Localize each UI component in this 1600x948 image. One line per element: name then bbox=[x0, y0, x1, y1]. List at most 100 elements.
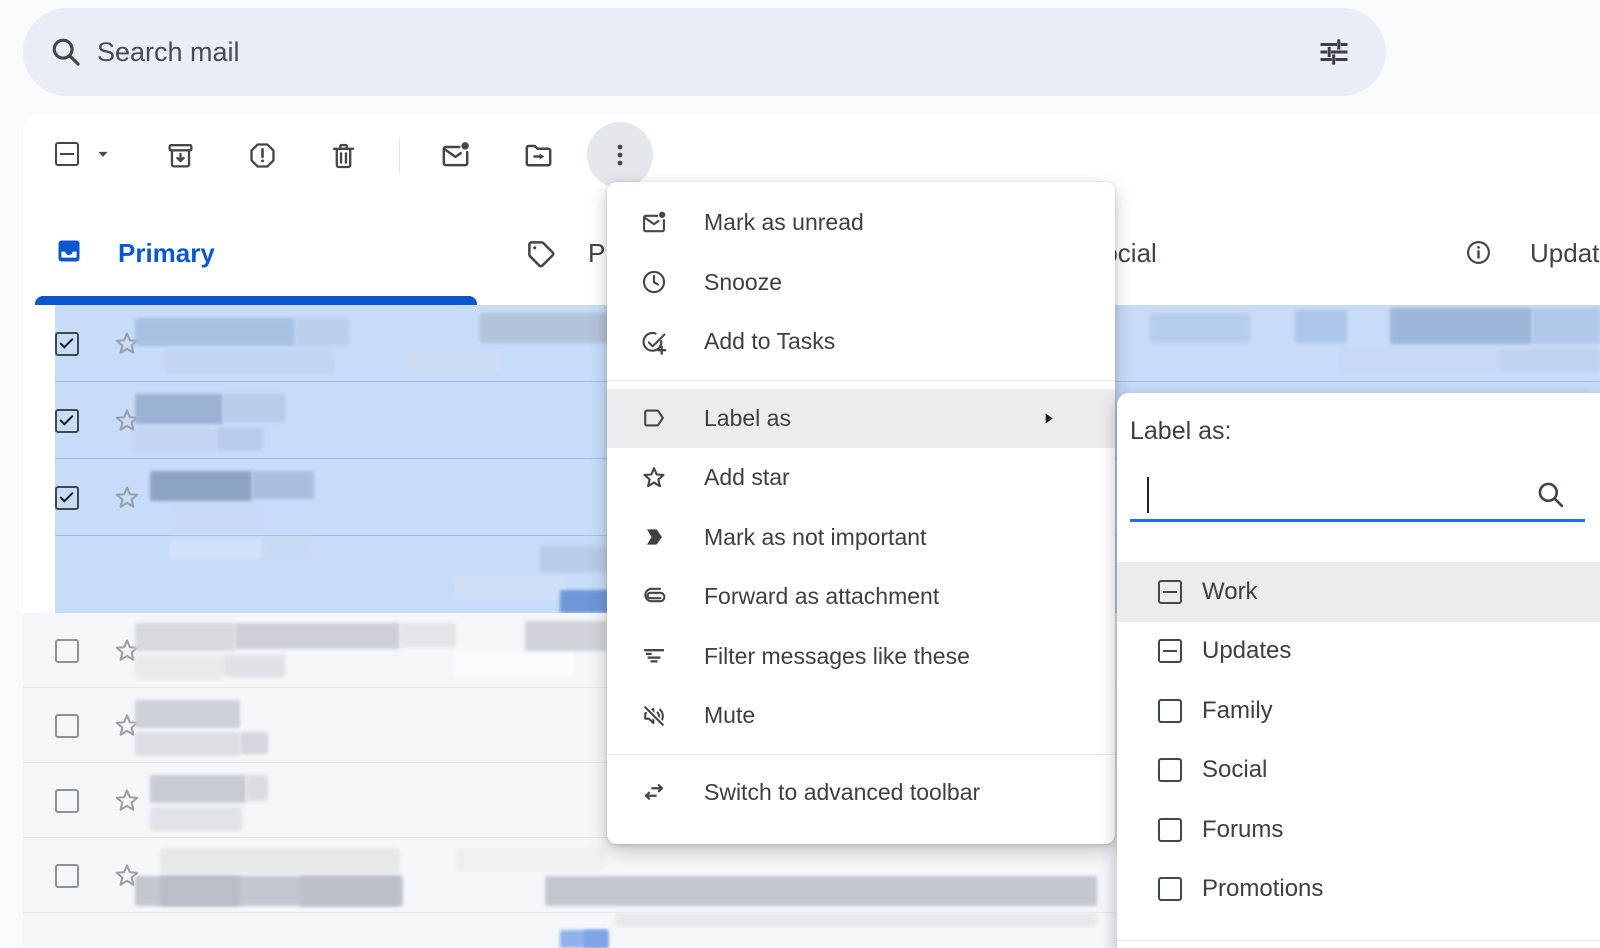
row-checkbox[interactable] bbox=[55, 864, 79, 888]
search-bar bbox=[23, 8, 1386, 96]
label-checkbox[interactable] bbox=[1158, 818, 1182, 842]
redacted-text bbox=[455, 576, 565, 600]
submenu-divider bbox=[1117, 940, 1600, 941]
row-checkbox[interactable] bbox=[55, 714, 79, 738]
select-all-button[interactable] bbox=[55, 142, 113, 166]
delete-button[interactable] bbox=[319, 131, 367, 179]
search-icon bbox=[1535, 479, 1567, 511]
filter-icon bbox=[640, 642, 668, 670]
redacted-text bbox=[150, 471, 252, 501]
archive-button[interactable] bbox=[156, 131, 204, 179]
star-icon bbox=[640, 464, 668, 492]
row-checkbox[interactable] bbox=[55, 789, 79, 813]
tune-icon[interactable] bbox=[1316, 34, 1352, 70]
redacted-text bbox=[160, 848, 400, 874]
menu-item-forward-as-attachment[interactable]: Forward as attachment bbox=[607, 567, 1115, 627]
label-option-updates[interactable]: Updates bbox=[1117, 622, 1600, 682]
info-icon[interactable] bbox=[1464, 238, 1493, 267]
redacted-text bbox=[1295, 310, 1347, 343]
label-checkbox[interactable] bbox=[1158, 580, 1182, 604]
label-option-family[interactable]: Family bbox=[1117, 681, 1600, 741]
redacted-text bbox=[1500, 349, 1600, 371]
redacted-text bbox=[1532, 308, 1600, 344]
redacted-text bbox=[455, 651, 575, 677]
redacted-text bbox=[235, 623, 400, 649]
redacted-text bbox=[217, 428, 263, 450]
label-checkbox[interactable] bbox=[1158, 699, 1182, 723]
redacted-text bbox=[135, 318, 295, 346]
tab-updates-label[interactable]: Updates bbox=[1530, 238, 1600, 269]
select-all-checkbox[interactable] bbox=[55, 142, 79, 166]
more-options-button[interactable] bbox=[587, 122, 653, 188]
label-option-social[interactable]: Social bbox=[1117, 741, 1600, 801]
row-checkbox[interactable] bbox=[55, 332, 79, 356]
mark-unread-button[interactable] bbox=[431, 131, 479, 179]
menu-item-mark-not-important[interactable]: Mark as not important bbox=[607, 508, 1115, 568]
menu-item-filter-messages[interactable]: Filter messages like these bbox=[607, 627, 1115, 687]
menu-divider bbox=[607, 754, 1115, 755]
redacted-text bbox=[300, 876, 400, 906]
search-icon[interactable] bbox=[49, 35, 83, 69]
label-option-promotions[interactable]: Promotions bbox=[1117, 860, 1600, 920]
mute-icon bbox=[640, 702, 668, 730]
row-checkbox[interactable] bbox=[55, 486, 79, 510]
redacted-text bbox=[1340, 349, 1500, 371]
label-checkbox[interactable] bbox=[1158, 877, 1182, 901]
redacted-text bbox=[170, 538, 262, 560]
redacted-text bbox=[545, 876, 1097, 906]
redacted-text bbox=[252, 471, 314, 499]
redacted-text bbox=[1150, 313, 1250, 343]
redacted-text bbox=[615, 913, 1097, 927]
redacted-text bbox=[160, 876, 240, 906]
label-search-input[interactable] bbox=[1130, 473, 1520, 513]
redacted-text bbox=[135, 655, 223, 679]
menu-item-add-to-tasks[interactable]: Add to Tasks bbox=[607, 312, 1115, 372]
redacted-text bbox=[223, 655, 285, 677]
label-checkbox[interactable] bbox=[1158, 639, 1182, 663]
redacted-text bbox=[525, 621, 607, 651]
menu-divider bbox=[607, 380, 1115, 381]
redacted-text bbox=[135, 732, 240, 756]
redacted-text bbox=[455, 848, 605, 872]
row-checkbox[interactable] bbox=[55, 409, 79, 433]
switch-icon bbox=[640, 778, 668, 806]
star-icon[interactable] bbox=[112, 483, 142, 513]
label-as-submenu: Label as: Work Updates F bbox=[1117, 393, 1600, 948]
label-option-forums[interactable]: Forums bbox=[1117, 800, 1600, 860]
inbox-icon bbox=[55, 237, 83, 265]
menu-item-add-star[interactable]: Add star bbox=[607, 448, 1115, 508]
redacted-text bbox=[135, 623, 235, 651]
menu-item-mark-as-unread[interactable]: Mark as unread bbox=[607, 193, 1115, 253]
redacted-text bbox=[1390, 308, 1532, 344]
chevron-down-icon[interactable] bbox=[93, 144, 113, 164]
tab-selected-underline bbox=[35, 296, 477, 305]
menu-item-label-as[interactable]: Label as bbox=[607, 389, 1115, 449]
redacted-text bbox=[584, 930, 608, 948]
redacted-text bbox=[560, 590, 608, 613]
label-icon bbox=[640, 404, 668, 432]
not-important-icon bbox=[640, 523, 668, 551]
redacted-text bbox=[165, 350, 335, 374]
tab-primary-label: Primary bbox=[118, 238, 215, 269]
label-search-field[interactable] bbox=[1130, 473, 1585, 517]
input-underline bbox=[1130, 519, 1585, 522]
redacted-text bbox=[262, 538, 314, 558]
move-to-button[interactable] bbox=[514, 131, 562, 179]
redacted-text bbox=[150, 807, 242, 831]
star-icon[interactable] bbox=[112, 786, 142, 816]
menu-item-mute[interactable]: Mute bbox=[607, 686, 1115, 746]
redacted-text bbox=[400, 623, 456, 647]
menu-item-switch-toolbar[interactable]: Switch to advanced toolbar bbox=[607, 763, 1115, 823]
submenu-title: Label as: bbox=[1130, 417, 1231, 446]
redacted-text bbox=[540, 546, 608, 572]
label-option-work[interactable]: Work bbox=[1117, 562, 1600, 622]
report-spam-button[interactable] bbox=[238, 131, 286, 179]
redacted-text bbox=[295, 318, 349, 346]
redacted-text bbox=[150, 775, 246, 803]
redacted-text bbox=[240, 732, 268, 754]
search-input[interactable] bbox=[95, 36, 1316, 69]
tab-primary[interactable]: Primary bbox=[35, 200, 477, 305]
label-checkbox[interactable] bbox=[1158, 758, 1182, 782]
row-checkbox[interactable] bbox=[55, 639, 79, 663]
menu-item-snooze[interactable]: Snooze bbox=[607, 253, 1115, 313]
